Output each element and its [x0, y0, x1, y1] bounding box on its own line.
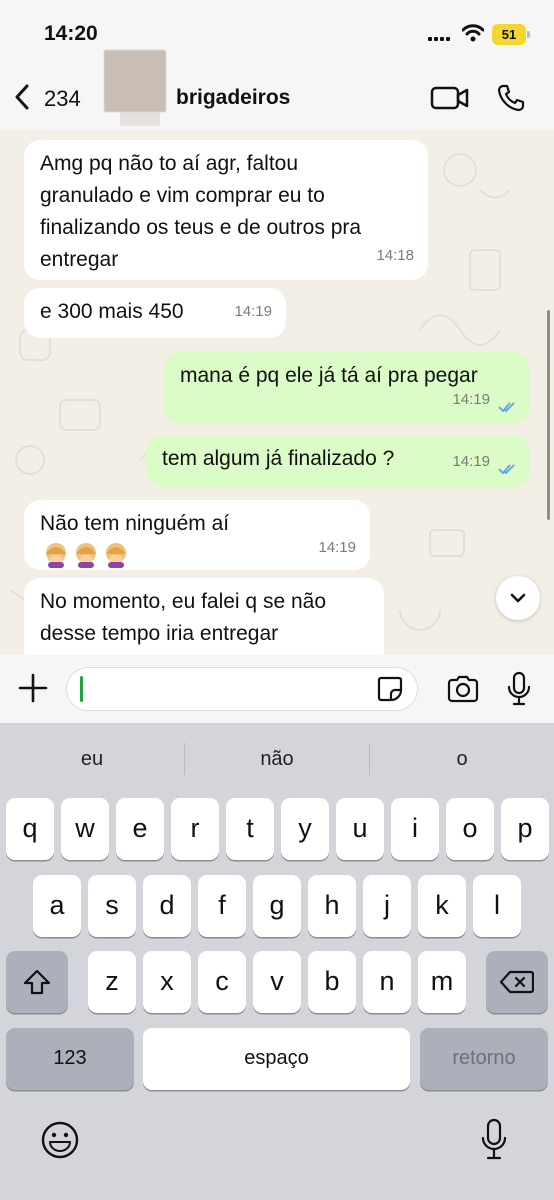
message-outgoing[interactable]: mana é pq ele já tá aí pra pegar 14:19: [164, 352, 530, 424]
key-b[interactable]: b: [308, 951, 356, 1013]
message-text: No momento, eu falei q se não desse temp…: [40, 590, 327, 645]
key-p[interactable]: p: [501, 798, 549, 860]
key-d[interactable]: d: [143, 875, 191, 937]
space-key[interactable]: espaço: [143, 1028, 410, 1090]
key-q[interactable]: q: [6, 798, 54, 860]
return-key[interactable]: retorno: [420, 1028, 548, 1090]
wifi-icon: [462, 24, 484, 42]
battery-icon: 51: [492, 24, 526, 45]
key-t[interactable]: t: [226, 798, 274, 860]
key-a[interactable]: a: [33, 875, 81, 937]
emoji-keyboard-icon[interactable]: [40, 1120, 80, 1160]
key-y[interactable]: y: [281, 798, 329, 860]
message-time: 14:18: [376, 247, 414, 264]
suggestion-item[interactable]: eu: [0, 723, 184, 789]
status-time: 14:20: [44, 22, 98, 45]
chevron-left-icon[interactable]: [14, 84, 30, 110]
message-time: 14:19: [452, 391, 490, 408]
contact-name[interactable]: brigadeiros: [176, 86, 290, 110]
battery-level: 51: [501, 27, 517, 42]
message-incoming[interactable]: Não tem ninguém aí 14:19: [24, 500, 370, 570]
message-incoming[interactable]: e 300 mais 450 14:19: [24, 288, 286, 338]
scroll-to-bottom-button[interactable]: [496, 576, 540, 620]
read-receipt-icon: [498, 464, 515, 475]
backspace-key[interactable]: [486, 951, 548, 1013]
key-l[interactable]: l: [473, 875, 521, 937]
unread-count[interactable]: 234: [44, 86, 81, 112]
key-g[interactable]: g: [253, 875, 301, 937]
message-input[interactable]: [66, 667, 418, 711]
message-incoming[interactable]: No momento, eu falei q se não desse temp…: [24, 578, 384, 655]
video-call-icon[interactable]: [430, 86, 470, 110]
avatar[interactable]: [104, 50, 166, 112]
key-w[interactable]: w: [61, 798, 109, 860]
backspace-icon: [500, 970, 534, 994]
message-time: 14:19: [452, 453, 490, 470]
message-text: Não tem ninguém aí: [40, 512, 230, 535]
key-f[interactable]: f: [198, 875, 246, 937]
cellular-signal-icon: [428, 34, 454, 44]
key-j[interactable]: j: [363, 875, 411, 937]
woman-facepalming-emoji-icon: [76, 543, 96, 568]
numbers-key[interactable]: 123: [6, 1028, 134, 1090]
scroll-indicator[interactable]: [547, 310, 550, 520]
microphone-icon[interactable]: [506, 671, 532, 707]
key-h[interactable]: h: [308, 875, 356, 937]
key-u[interactable]: u: [336, 798, 384, 860]
suggestion-item[interactable]: não: [185, 723, 369, 789]
chevron-down-icon: [510, 593, 526, 603]
key-s[interactable]: s: [88, 875, 136, 937]
key-k[interactable]: k: [418, 875, 466, 937]
suggestion-item[interactable]: o: [370, 723, 554, 789]
key-m[interactable]: m: [418, 951, 466, 1013]
message-text: Amg pq não to aí agr, faltou granulado e…: [40, 152, 362, 271]
camera-icon[interactable]: [446, 675, 480, 703]
chat-area[interactable]: Amg pq não to aí agr, faltou granulado e…: [0, 130, 554, 655]
read-receipt-icon: [498, 402, 515, 413]
key-i[interactable]: i: [391, 798, 439, 860]
suggestion-bar: eu não o: [0, 723, 554, 789]
key-e[interactable]: e: [116, 798, 164, 860]
plus-icon[interactable]: [18, 673, 48, 703]
chat-header: 234 brigadeiros: [0, 50, 554, 130]
key-x[interactable]: x: [143, 951, 191, 1013]
phone-call-icon[interactable]: [496, 83, 526, 113]
key-n[interactable]: n: [363, 951, 411, 1013]
key-o[interactable]: o: [446, 798, 494, 860]
key-c[interactable]: c: [198, 951, 246, 1013]
shift-icon: [23, 969, 51, 995]
woman-facepalming-emoji-icon: [106, 543, 126, 568]
status-bar: 14:20 51: [0, 0, 554, 64]
message-time: 14:19: [318, 539, 356, 556]
message-incoming[interactable]: Amg pq não to aí agr, faltou granulado e…: [24, 140, 428, 280]
woman-facepalming-emoji-icon: [46, 543, 66, 568]
shift-key[interactable]: [6, 951, 68, 1013]
sticker-icon[interactable]: [376, 675, 404, 703]
dictation-microphone-icon[interactable]: [480, 1118, 508, 1162]
battery-tip: [527, 31, 530, 38]
key-r[interactable]: r: [171, 798, 219, 860]
key-v[interactable]: v: [253, 951, 301, 1013]
composer-bar: [0, 655, 554, 723]
text-cursor: [80, 676, 83, 702]
key-z[interactable]: z: [88, 951, 136, 1013]
message-text-row: Não tem ninguém aí: [40, 508, 354, 573]
message-time: 14:19: [234, 303, 272, 320]
avatar-shadow: [120, 112, 160, 126]
keyboard: eu não o q w e r t y u i o p a s d f g h…: [0, 723, 554, 1200]
message-outgoing[interactable]: tem algum já finalizado ? 14:19: [146, 435, 530, 487]
